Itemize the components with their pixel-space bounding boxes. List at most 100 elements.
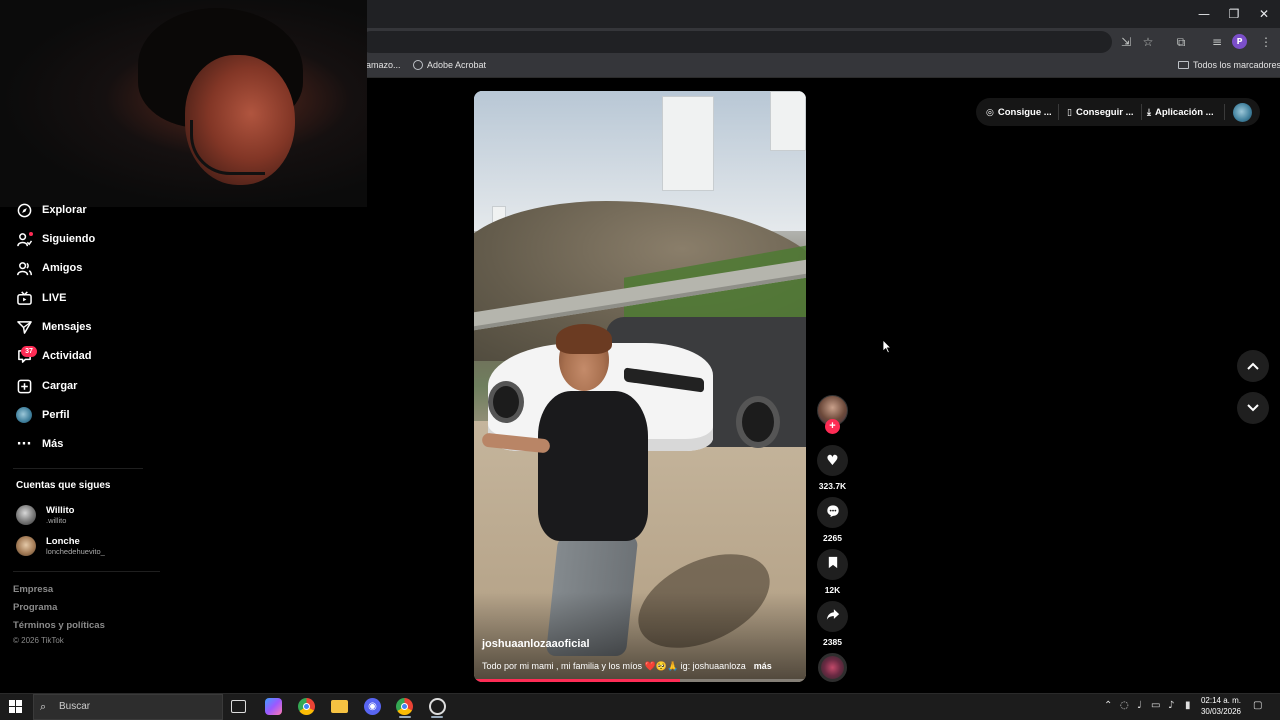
account-handle: .willito: [46, 516, 67, 525]
pill-label: Aplicación ...: [1154, 107, 1214, 118]
tray-app-icon[interactable]: ◌: [1120, 700, 1129, 711]
pill-label: Consigue ...: [997, 107, 1052, 118]
copyright: © 2026 TikTok: [13, 636, 64, 645]
taskbar-search-placeholder: Buscar: [59, 701, 91, 712]
followed-account-willito[interactable]: Willito .willito: [16, 503, 74, 527]
video-caption-text: Todo por mi mami , mi familia y los míos…: [482, 661, 746, 671]
caption-more-button[interactable]: más: [754, 661, 772, 672]
video-wheel: [736, 396, 780, 448]
task-view-icon[interactable]: [231, 700, 246, 713]
obs-icon[interactable]: [429, 698, 446, 715]
folder-icon: [1178, 61, 1189, 69]
sidebar-divider: [13, 571, 160, 572]
profile-avatar: [16, 407, 32, 423]
nav-label: Actividad: [42, 350, 92, 362]
active-app-indicator: [431, 716, 443, 718]
footer-link-terminos[interactable]: Términos y políticas: [13, 620, 105, 631]
share-count: 2385: [823, 637, 842, 647]
tray-overflow-chevron-icon[interactable]: ⌃: [1104, 700, 1112, 711]
share-button[interactable]: [817, 601, 848, 632]
search-icon: ⌕: [40, 700, 47, 713]
close-window-button[interactable]: ✕: [1248, 0, 1280, 28]
nav-explorar[interactable]: Explorar: [16, 200, 87, 220]
media-controls-icon[interactable]: ≡: [1208, 33, 1226, 51]
desktop-app-button[interactable]: ⤓ Aplicación ...: [1147, 107, 1214, 118]
coin-icon: ◎: [986, 107, 994, 118]
video-person-hair: [556, 324, 612, 354]
friends-icon: [16, 260, 32, 276]
pill-separator: [1224, 104, 1225, 120]
profile-avatar-button[interactable]: P: [1232, 34, 1247, 49]
nav-cargar[interactable]: Cargar: [16, 376, 77, 396]
nav-label: Amigos: [42, 262, 83, 274]
like-button[interactable]: ♥: [817, 445, 848, 476]
address-bar[interactable]: [360, 31, 1112, 53]
nav-label: Más: [42, 438, 64, 450]
nav-siguiendo[interactable]: Siguiendo: [16, 229, 95, 249]
nav-live[interactable]: LIVE: [16, 288, 66, 308]
user-avatar-button[interactable]: [1233, 103, 1252, 122]
footer-link-programa[interactable]: Programa: [13, 602, 57, 613]
extensions-icon[interactable]: ⧉: [1172, 33, 1190, 51]
bookmark-star-icon[interactable]: ☆: [1139, 33, 1157, 51]
volume-icon[interactable]: ♪: [1168, 700, 1174, 711]
chevron-up-icon: [1247, 359, 1259, 373]
video-player[interactable]: joshuaanlozaaoficial Todo por mi mami , …: [474, 91, 806, 682]
battery-icon[interactable]: ▮: [1185, 700, 1191, 711]
comment-button[interactable]: [817, 497, 848, 528]
install-app-icon[interactable]: ⇲: [1117, 33, 1135, 51]
account-avatar: [16, 536, 36, 556]
nav-mas[interactable]: ··· Más: [16, 434, 64, 454]
nav-label: Perfil: [42, 409, 70, 421]
pill-separator: [1058, 104, 1059, 120]
network-icon[interactable]: ▭: [1151, 700, 1160, 711]
live-tv-icon: [16, 290, 32, 306]
chrome-profile-icon[interactable]: [396, 698, 413, 715]
browser-menu-icon[interactable]: ⋮: [1257, 33, 1275, 51]
microphone-icon[interactable]: ♩: [1137, 700, 1142, 711]
all-bookmarks-button[interactable]: Todos los marcadores: [1178, 60, 1280, 70]
nav-perfil[interactable]: Perfil: [16, 405, 70, 425]
footer-link-empresa[interactable]: Empresa: [13, 584, 53, 595]
file-explorer-icon[interactable]: [331, 700, 348, 713]
bookmark-label: Adobe Acrobat: [427, 60, 487, 70]
like-count: 323.7K: [818, 481, 847, 491]
windows-start-button[interactable]: [9, 700, 22, 713]
previous-video-button[interactable]: [1237, 350, 1269, 382]
phone-icon: ▯: [1067, 107, 1072, 118]
discord-icon[interactable]: ◉: [364, 698, 381, 715]
get-app-button[interactable]: ▯ Conseguir ...: [1067, 107, 1134, 118]
taskbar-clock-date[interactable]: 30/03/2026: [1199, 707, 1243, 716]
chevron-down-icon: [1247, 401, 1259, 415]
video-building: [770, 91, 806, 151]
minimize-button[interactable]: —: [1188, 0, 1220, 28]
video-author[interactable]: joshuaanlozaaoficial: [482, 638, 590, 650]
copilot-icon[interactable]: [265, 698, 282, 715]
nav-label: Siguiendo: [42, 233, 96, 245]
nav-mensajes[interactable]: Mensajes: [16, 317, 92, 337]
get-coins-button[interactable]: ◎ Consigue ...: [986, 107, 1052, 118]
acrobat-icon: [413, 60, 423, 70]
webcam-overlay: [0, 0, 367, 207]
restore-button[interactable]: ❐: [1218, 0, 1250, 28]
followed-account-lonche[interactable]: Lonche lonchedehuevito_: [16, 534, 105, 558]
account-name: Willito: [46, 505, 75, 516]
account-handle: lonchedehuevito_: [46, 547, 105, 556]
nav-amigos[interactable]: Amigos: [16, 258, 82, 278]
music-disc-icon[interactable]: [818, 653, 847, 682]
bookmark-adobe-acrobat[interactable]: Adobe Acrobat: [413, 60, 486, 70]
following-notification-dot: [29, 232, 33, 236]
chrome-icon[interactable]: [298, 698, 315, 715]
save-count: 12K: [824, 585, 841, 595]
nav-label: Cargar: [42, 380, 78, 392]
download-icon: ⤓: [1147, 107, 1151, 118]
next-video-button[interactable]: [1237, 392, 1269, 424]
notifications-icon[interactable]: ▢: [1253, 700, 1262, 711]
taskbar-clock-time[interactable]: 02:14 a. m.: [1200, 696, 1242, 705]
nav-label: LIVE: [42, 292, 67, 304]
send-icon: [16, 319, 32, 335]
nav-label: Mensajes: [42, 321, 92, 333]
save-button[interactable]: [817, 549, 848, 580]
follow-button[interactable]: +: [825, 419, 840, 434]
bookmark-amazon[interactable]: amazo...: [366, 60, 401, 70]
